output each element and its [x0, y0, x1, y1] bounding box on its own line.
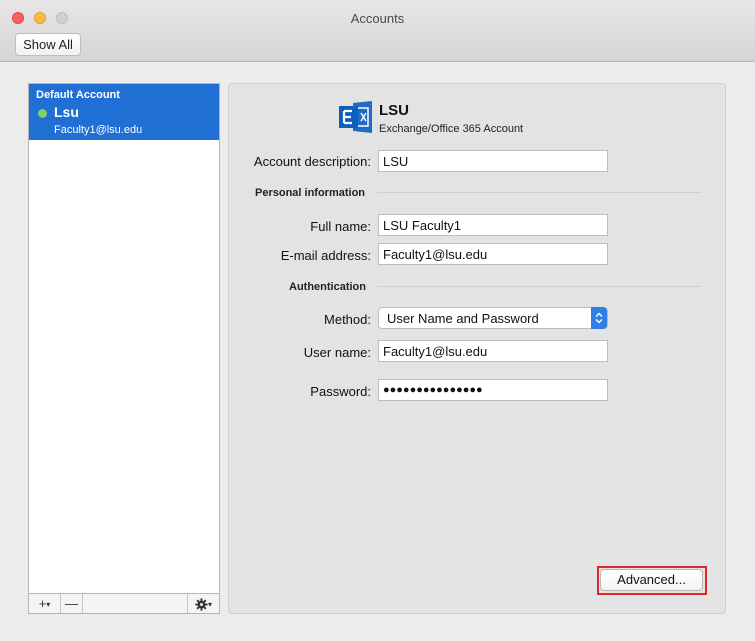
account-actions-button[interactable]: ▾	[187, 594, 219, 613]
account-list-name: Lsu	[54, 104, 79, 120]
chevron-down-icon: ▾	[207, 600, 212, 610]
password-label: Password:	[310, 384, 371, 399]
account-description-field[interactable]	[378, 150, 608, 172]
account-list-item[interactable]: Default Account Lsu Faculty1@lsu.edu	[29, 84, 219, 140]
default-account-heading: Default Account	[36, 89, 120, 101]
authentication-section-label: Authentication	[289, 281, 366, 293]
user-name-label: User name:	[303, 345, 371, 360]
annotation-highlight	[597, 566, 707, 595]
method-label: Method:	[324, 312, 371, 327]
show-all-button[interactable]: Show All	[15, 33, 81, 56]
exchange-icon	[339, 101, 372, 133]
add-account-button[interactable]: +▾	[29, 594, 61, 613]
full-name-field[interactable]	[378, 214, 608, 236]
full-name-label: Full name:	[310, 219, 371, 234]
chevron-down-icon: ▾	[46, 600, 51, 610]
window-title: Accounts	[350, 11, 405, 26]
select-arrows-icon	[591, 307, 607, 329]
email-address-label: E-mail address:	[280, 248, 371, 263]
method-select[interactable]: User Name and Password	[378, 307, 608, 329]
gear-icon	[195, 598, 208, 611]
account-type-label: Exchange/Office 365 Account	[379, 123, 524, 135]
account-list-toolbar: +▾ — ▾	[28, 593, 220, 614]
personal-info-section-label: Personal information	[255, 187, 366, 199]
section-divider	[377, 286, 701, 287]
account-description-label: Account description:	[253, 154, 371, 169]
online-status-icon	[38, 109, 47, 118]
remove-account-button[interactable]: —	[61, 594, 83, 613]
account-list: Default Account Lsu Faculty1@lsu.edu	[28, 83, 220, 594]
account-name-heading: LSU	[379, 102, 409, 119]
account-list-email: Faculty1@lsu.edu	[54, 124, 143, 136]
password-field[interactable]: ●●●●●●●●●●●●●●●	[378, 379, 608, 401]
user-name-field[interactable]	[378, 340, 608, 362]
email-address-field[interactable]	[378, 243, 608, 265]
title-bar: Accounts Show All	[0, 0, 755, 62]
method-selected-value: User Name and Password	[387, 311, 539, 326]
section-divider	[377, 192, 701, 193]
